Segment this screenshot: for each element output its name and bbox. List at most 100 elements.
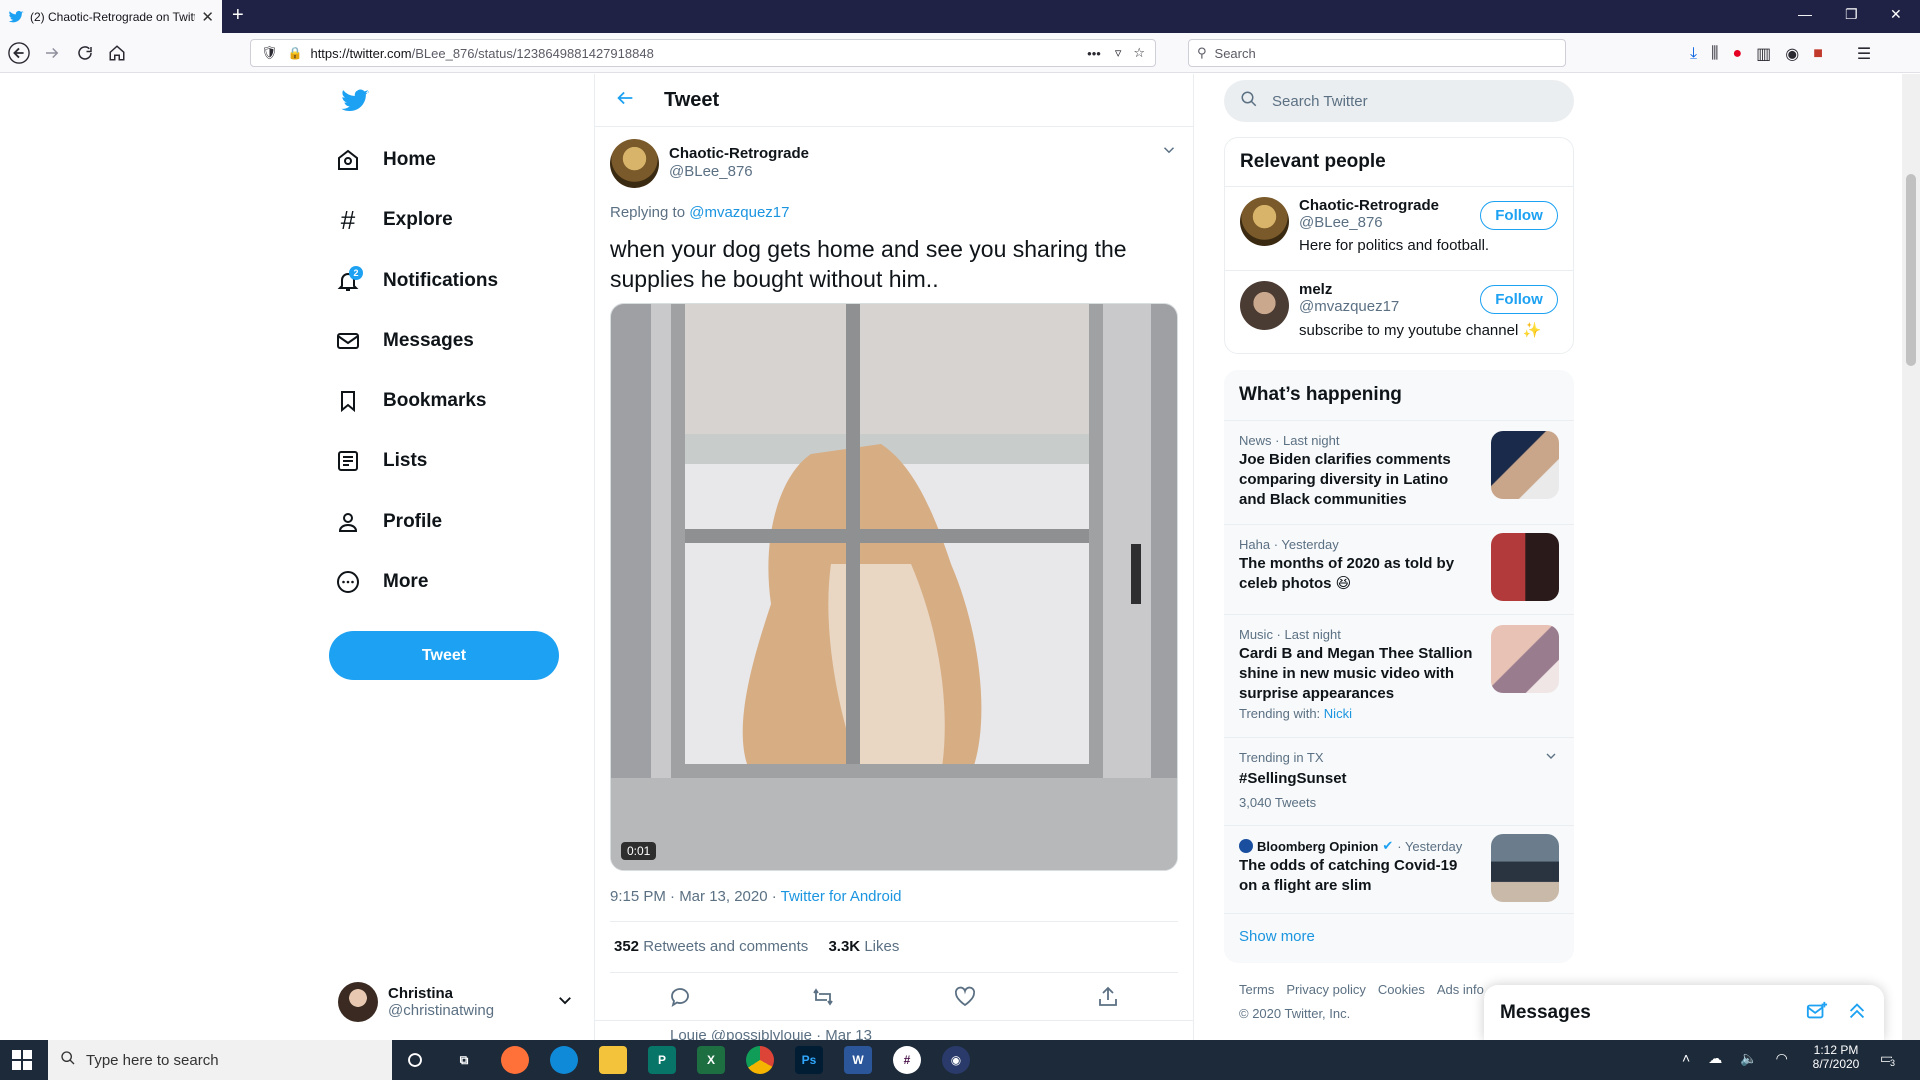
restore-icon[interactable]: ❐ [1845,6,1858,23]
minimize-icon[interactable]: — [1798,6,1812,22]
page-actions-icon[interactable]: ••• [1087,46,1101,61]
file-explorer-icon[interactable] [599,1046,627,1074]
footer-privacy[interactable]: Privacy policy [1286,982,1365,997]
trend-item[interactable]: Trending in TX #SellingSunset 3,040 Twee… [1224,738,1574,826]
person-bio: Here for politics and football. [1299,237,1490,254]
twitter-search-input[interactable]: Search Twitter [1224,80,1574,122]
library-icon[interactable]: ⫼ [1711,45,1718,63]
task-view-icon[interactable]: ⧉ [450,1046,478,1074]
footer-terms[interactable]: Terms [1239,982,1274,997]
likes-label: Likes [864,938,900,955]
relevant-people-card: Relevant people Chaotic-Retrograde @BLee… [1224,137,1574,354]
divider [594,1020,1194,1021]
browser-tab-strip [0,0,1920,33]
shield-icon[interactable]: 🛡 [261,45,278,61]
nav-more[interactable]: More [335,562,428,602]
app-icon[interactable]: ◉ [942,1046,970,1074]
expand-up-icon[interactable] [1846,1000,1868,1026]
likes-stat[interactable]: 3.3K Likes [828,938,899,955]
wifi-icon[interactable]: ◠ [1776,1050,1788,1067]
footer-ads-info[interactable]: Ads info [1437,982,1484,997]
excel-icon[interactable]: X [697,1046,725,1074]
tweet-source[interactable]: Twitter for Android [781,888,902,905]
nav-profile[interactable]: Profile [335,502,442,542]
tweet-menu-chevron-icon[interactable] [1160,141,1178,163]
pinterest-icon[interactable]: ● [1732,45,1742,63]
firefox-icon[interactable] [501,1046,529,1074]
retweets-stat[interactable]: 352 Retweets and comments [614,938,808,955]
show-more-link[interactable]: Show more [1224,914,1574,959]
photoshop-icon[interactable]: Ps [795,1046,823,1074]
tweet-timestamp[interactable]: 9:15 PM · Mar 13, 2020 · [610,888,781,905]
bookmark-star-icon[interactable]: ☆ [1133,45,1145,61]
messages-drawer-title: Messages [1500,1001,1591,1023]
author-name[interactable]: Chaotic-Retrograde [669,145,809,162]
clock[interactable]: 1:12 PM 8/7/2020 [1808,1043,1864,1071]
volume-icon[interactable]: 🔈 [1740,1050,1757,1067]
share-icon[interactable] [1096,985,1120,1013]
twitter-logo-icon[interactable] [340,86,370,120]
nav-explore[interactable]: # Explore [335,200,453,240]
action-center-icon[interactable]: ▭ 3 [1880,1050,1896,1068]
chevron-up-icon[interactable]: ˄ [1682,1050,1690,1067]
tweet-video[interactable]: 0:01 [610,303,1178,871]
url-bar[interactable]: 🛡 🔒 https://twitter.com/BLee_876/status/… [250,39,1156,67]
account-switcher[interactable]: Christina @christinatwing [338,980,574,1024]
word-icon[interactable]: W [844,1046,872,1074]
person-name: Chaotic-Retrograde [1299,197,1440,214]
person-row[interactable]: melz @mvazquez17 subscribe to my youtube… [1225,271,1573,355]
browser-search-field[interactable]: ⚲ Search [1188,39,1566,67]
trend-item[interactable]: Music · Last night Cardi B and Megan The… [1224,615,1574,738]
chevron-down-icon[interactable] [1543,748,1559,768]
home-browser-icon[interactable] [104,40,130,66]
slack-icon[interactable]: # [893,1046,921,1074]
nav-lists[interactable]: Lists [335,441,427,481]
next-reply-preview[interactable]: Louie @possiblylouie · Mar 13 [610,1030,1170,1040]
account-icon[interactable]: ◉ [1785,44,1799,64]
new-message-icon[interactable] [1806,1000,1828,1026]
like-icon[interactable] [953,985,977,1013]
envelope-icon [335,328,361,354]
windows-start-icon[interactable] [12,1050,32,1074]
nav-home[interactable]: Home [335,140,436,180]
trending-with-link[interactable]: Nicki [1324,706,1352,721]
close-tab-icon[interactable]: ✕ [201,8,214,26]
new-tab-button[interactable]: + [232,4,244,27]
nav-notifications[interactable]: 2 Notifications [335,261,498,301]
forward-icon[interactable] [39,40,65,66]
trend-item[interactable]: News · Last night Joe Biden clarifies co… [1224,421,1574,525]
replying-to-link[interactable]: @mvazquez17 [689,204,789,221]
author-avatar[interactable] [610,139,659,188]
nav-messages[interactable]: Messages [335,321,474,361]
nav-bookmarks[interactable]: Bookmarks [335,381,487,421]
sidebar-toggle-icon[interactable]: ▥ [1756,44,1771,64]
tweet-button[interactable]: Tweet [329,631,559,680]
scrollbar-thumb[interactable] [1906,174,1916,366]
chrome-icon[interactable] [746,1046,774,1074]
back-icon[interactable] [6,40,32,66]
extension-icon[interactable]: ■ [1813,45,1823,63]
taskbar-search-input[interactable]: Type here to search [48,1040,392,1080]
close-window-icon[interactable]: ✕ [1890,6,1902,23]
footer-cookies[interactable]: Cookies [1378,982,1425,997]
cortana-icon[interactable] [401,1046,429,1074]
author-handle[interactable]: @BLee_876 [669,163,809,180]
retweet-icon[interactable] [811,985,835,1013]
menu-icon[interactable]: ☰ [1857,44,1871,64]
pocket-icon[interactable]: ▿ [1115,45,1122,61]
follow-button[interactable]: Follow [1480,201,1558,230]
messages-drawer[interactable]: Messages [1484,985,1884,1040]
person-row[interactable]: Chaotic-Retrograde @BLee_876 Here for po… [1225,187,1573,271]
onedrive-icon[interactable]: ☁ [1708,1050,1722,1067]
follow-button[interactable]: Follow [1480,285,1558,314]
trend-item[interactable]: Haha · Yesterday The months of 2020 as t… [1224,525,1574,615]
browser-tab[interactable]: (2) Chaotic-Retrograde on Twitt ✕ [0,0,222,33]
reply-icon[interactable] [668,985,692,1013]
back-arrow-icon[interactable] [614,87,636,113]
trend-item[interactable]: Bloomberg Opinion ✔ · Yesterday The odds… [1224,826,1574,914]
scrollbar-track[interactable] [1902,74,1920,1040]
edge-icon[interactable] [550,1046,578,1074]
download-icon[interactable]: ⤓ [1690,45,1697,63]
reload-icon[interactable] [72,40,98,66]
publisher-icon[interactable]: P [648,1046,676,1074]
